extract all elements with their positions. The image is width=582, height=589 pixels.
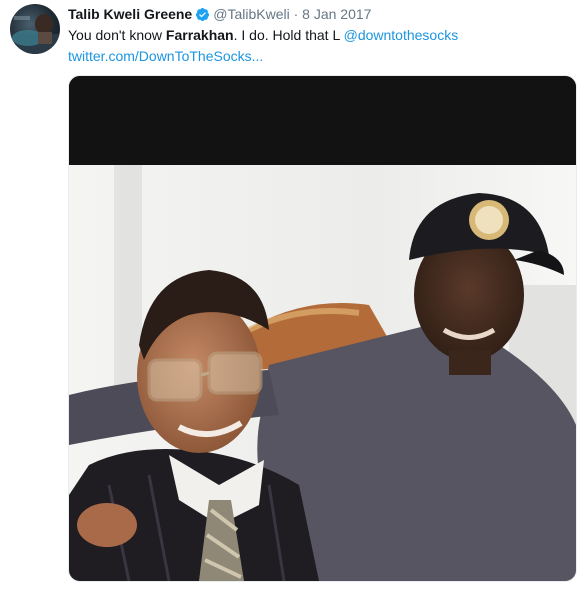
tweet-photo <box>69 165 576 581</box>
tweet-media[interactable] <box>68 75 577 582</box>
tweet-date[interactable]: 8 Jan 2017 <box>302 6 371 22</box>
author-handle[interactable]: @TalibKweli <box>213 6 289 22</box>
avatar-image <box>10 14 60 54</box>
tweet-text: You don't know Farrakhan. I do. Hold tha… <box>68 25 568 67</box>
media-letterbox <box>69 76 576 165</box>
tweet-header: Talib Kweli Greene @TalibKweli · 8 Jan 20… <box>68 5 371 26</box>
text-bold-name: Farrakhan <box>165 27 234 43</box>
author-name[interactable]: Talib Kweli Greene <box>68 6 192 22</box>
url-link[interactable]: twitter.com/DownToTheSocks... <box>68 48 263 64</box>
text-mid: . I do. Hold that L <box>233 27 344 43</box>
verified-badge-icon <box>195 7 210 26</box>
text-prefix: You don't know <box>68 27 166 43</box>
mention-link[interactable]: @downtothesocks <box>344 27 459 43</box>
tweet: Talib Kweli Greene @TalibKweli · 8 Jan 20… <box>0 0 582 589</box>
avatar[interactable] <box>10 4 60 54</box>
separator-dot: · <box>293 6 299 22</box>
